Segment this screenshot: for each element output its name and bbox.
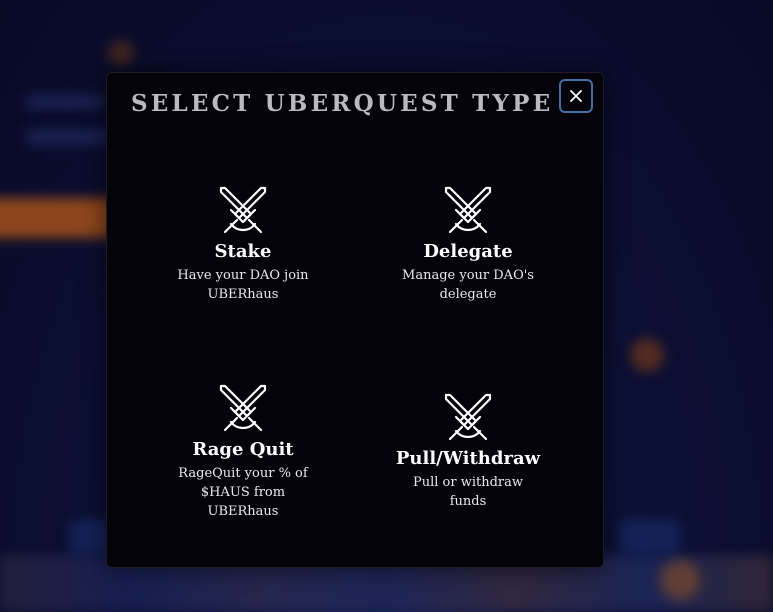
modal-title: SELECT UBERQUEST TYPE xyxy=(131,90,554,117)
option-description: Manage your DAO's delegate xyxy=(402,268,534,302)
background-blur-shape xyxy=(620,520,680,554)
close-button[interactable] xyxy=(559,79,593,113)
option-description: Pull or withdraw funds xyxy=(412,475,524,509)
crossed-swords-icon xyxy=(219,186,267,234)
background-blur-shape xyxy=(26,96,106,108)
option-description: Have your DAO join UBERhaus xyxy=(177,268,309,302)
option-rage-quit[interactable]: Rage Quit RageQuit your % of $HAUS from … xyxy=(143,382,343,521)
option-pull-withdraw[interactable]: Pull/Withdraw Pull or withdraw funds xyxy=(368,391,568,511)
option-delegate[interactable]: Delegate Manage your DAO's delegate xyxy=(368,184,568,304)
background-blur-shape xyxy=(660,560,700,600)
background-blur-shape xyxy=(630,338,664,372)
crossed-swords-icon xyxy=(444,186,492,234)
option-stake[interactable]: Stake Have your DAO join UBERhaus xyxy=(143,184,343,304)
option-title: Delegate xyxy=(423,241,513,262)
background-blur-shape xyxy=(108,40,134,66)
close-icon xyxy=(570,90,582,102)
option-title: Pull/Withdraw xyxy=(395,448,541,469)
crossed-swords-icon xyxy=(444,393,492,441)
option-title: Stake xyxy=(214,241,272,262)
select-uberquest-type-modal: SELECT UBERQUEST TYPE Stake Have your DA… xyxy=(106,72,604,568)
crossed-swords-icon xyxy=(219,384,267,432)
option-title: Rage Quit xyxy=(192,439,294,460)
option-description: RageQuit your % of $HAUS from UBERhaus xyxy=(178,466,308,519)
